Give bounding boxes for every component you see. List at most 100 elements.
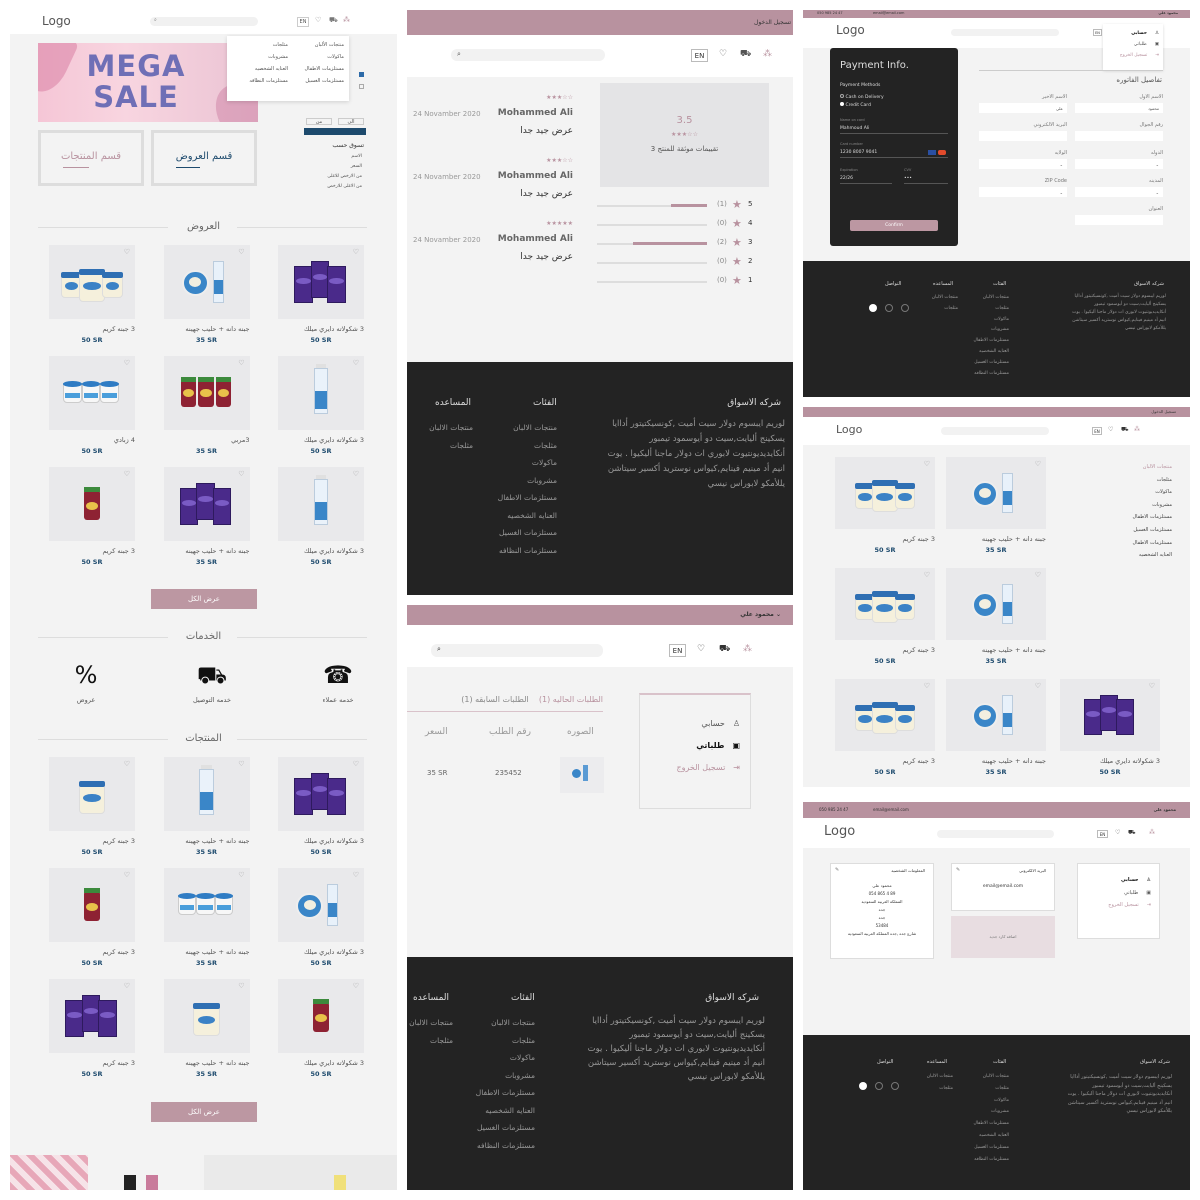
account-menu-item[interactable]: ⇥ تسجيل الخروج — [1107, 50, 1159, 61]
product-card[interactable]: ♡ 3 جبنه كريم 50 SR — [835, 679, 935, 776]
footer-category-link[interactable]: مستلزمات الغسيل — [467, 524, 557, 542]
product-card[interactable]: ♡ 3 جبنه كريم 50 SR — [49, 245, 135, 344]
product-image[interactable]: ♡ — [835, 457, 935, 529]
footer-category-link[interactable]: مشروبات — [467, 472, 557, 490]
products-view-all-button[interactable]: عرض الكل — [151, 1102, 257, 1122]
product-image[interactable]: ♡ — [163, 979, 250, 1053]
footer-help-link[interactable]: مثلجات — [407, 1032, 453, 1050]
filter-option[interactable]: من الاغلى للارخص — [327, 182, 362, 192]
product-image[interactable]: ♡ — [49, 979, 135, 1053]
login-link[interactable]: تسجيل الدخول — [1151, 409, 1176, 414]
footer-category-link[interactable]: العنايه الشخصيه — [961, 1130, 1009, 1142]
product-image[interactable]: ♡ — [1060, 679, 1160, 751]
footer-category-link[interactable]: مستلزمات الغسيل — [963, 358, 1009, 369]
filter-check-a[interactable] — [359, 72, 364, 77]
product-card[interactable]: ♡ جبنه دانه + حليب جهينه 35 SR — [946, 457, 1046, 554]
product-card[interactable]: ♡ 3 جبنه كريم 50 SR — [49, 757, 135, 856]
heart-icon[interactable]: ♡ — [124, 470, 130, 478]
instagram-icon[interactable] — [891, 1082, 900, 1090]
product-card[interactable]: ♡ جبنه دانه + حليب جهينه 35 SR — [163, 868, 250, 967]
credit-radio[interactable]: Credit Card — [840, 102, 871, 108]
cod-radio[interactable]: Cash on Delivery — [840, 94, 884, 100]
price-from-input[interactable]: من — [306, 118, 332, 125]
account-menu-item[interactable]: ⇥ تسجيل الخروج — [1086, 899, 1151, 912]
account-menu-item[interactable]: ▣ طلباتي — [650, 735, 740, 757]
instagram-icon[interactable] — [901, 304, 910, 312]
product-image[interactable]: ♡ — [946, 679, 1046, 751]
product-image[interactable]: ♡ — [946, 568, 1046, 640]
dropdown-item[interactable]: العنايه الشخصيه — [232, 66, 288, 72]
billing-field[interactable]: الدوله ⌄ — [1075, 150, 1163, 169]
account-menu-item[interactable]: ▣ طلباتي — [1086, 887, 1151, 900]
heart-icon[interactable]: ♡ — [238, 760, 244, 768]
edit-icon[interactable]: ✎ — [835, 867, 839, 873]
heart-icon[interactable]: ♡ — [719, 49, 727, 59]
product-image[interactable]: ♡ — [278, 757, 364, 831]
cvv-field[interactable]: ••• — [904, 176, 948, 184]
product-card[interactable]: ♡ جبنه دانه + حليب جهينه 35 SR — [946, 568, 1046, 665]
product-image[interactable]: ♡ — [49, 868, 135, 942]
product-image[interactable]: ♡ — [163, 467, 250, 541]
billing-field[interactable]: الاسم الاول محمود — [1075, 94, 1163, 113]
grid-icon[interactable]: ⁂ — [343, 16, 350, 24]
search-input[interactable]: ⌕ — [431, 644, 603, 657]
footer-help-link[interactable]: منتجات الالبان — [407, 1014, 453, 1032]
service-item[interactable]: % عروض — [56, 660, 116, 704]
heart-icon[interactable]: ♡ — [353, 470, 359, 478]
product-card[interactable]: ♡ 3مربي 35 SR — [163, 356, 250, 455]
heart-icon[interactable]: ♡ — [124, 248, 130, 256]
product-card[interactable]: ♡ جبنه دانه + حليب جهينه 35 SR — [163, 245, 250, 344]
billing-field[interactable]: البريد الالكتروني — [979, 122, 1067, 141]
footer-help-link[interactable]: مثلجات — [907, 1083, 953, 1095]
billing-field[interactable]: ZIP Code ⌄ — [979, 178, 1067, 197]
lang-button[interactable]: EN — [297, 17, 309, 27]
billing-field[interactable]: الولايه ⌄ — [979, 150, 1067, 169]
grid-icon[interactable]: ⁂ — [763, 49, 772, 59]
billing-field[interactable]: رقم الجوال — [1075, 122, 1163, 141]
product-image[interactable]: ♡ — [163, 757, 250, 831]
cart-icon[interactable]: ⛟ — [740, 49, 751, 60]
heart-icon[interactable]: ♡ — [1108, 426, 1113, 433]
footer-category-link[interactable]: ماكولات — [961, 1095, 1009, 1107]
product-card[interactable]: ♡ 3 جبنه كريم 50 SR — [49, 979, 135, 1078]
order-row-image[interactable] — [560, 757, 604, 793]
heart-icon[interactable]: ♡ — [1115, 829, 1120, 836]
billing-field[interactable]: العنوان — [1075, 206, 1163, 225]
product-image[interactable]: ♡ — [49, 245, 135, 319]
footer-category-link[interactable]: منتجات الالبان — [963, 293, 1009, 304]
billing-field-input[interactable] — [1075, 131, 1163, 141]
product-card[interactable]: ♡ جبنه دانه + حليب جهينه 35 SR — [163, 979, 250, 1078]
product-card[interactable]: ♡ جبنه دانه + حليب جهينه 35 SR — [946, 679, 1046, 776]
heart-icon[interactable]: ♡ — [238, 359, 244, 367]
product-card[interactable]: ♡ 3 شكولاته دايري ميلك 50 SR — [278, 757, 364, 856]
price-to-input[interactable]: الى — [338, 118, 364, 125]
product-image[interactable]: ♡ — [278, 467, 364, 541]
footer-category-link[interactable]: منتجات الالبان — [445, 1014, 535, 1032]
product-image[interactable]: ♡ — [278, 356, 364, 430]
footer-help-link[interactable]: منتجات الالبان — [907, 1071, 953, 1083]
product-card[interactable]: ♡ جبنه دانه + حليب جهينه 35 SR — [163, 467, 250, 566]
dropdown-item[interactable]: مشروبات — [232, 54, 288, 60]
lang-button[interactable]: EN — [1097, 830, 1108, 838]
product-image[interactable]: ♡ — [49, 757, 135, 831]
order-row-number[interactable]: 235452 — [495, 769, 522, 777]
cart-icon[interactable]: ⛟ — [329, 16, 338, 25]
cart-icon[interactable]: ⛟ — [1121, 426, 1129, 434]
footer-category-link[interactable]: ماكولات — [445, 1049, 535, 1067]
footer-category-link[interactable]: مستلزمات النظافه — [963, 369, 1009, 380]
footer-category-link[interactable]: منتجات الالبان — [467, 419, 557, 437]
footer-category-link[interactable]: ماكولات — [963, 315, 1009, 326]
heart-icon[interactable]: ♡ — [238, 470, 244, 478]
footer-category-link[interactable]: مثلجات — [961, 1083, 1009, 1095]
filter-check-b[interactable] — [359, 84, 364, 89]
footer-category-link[interactable]: مثلجات — [445, 1032, 535, 1050]
heart-icon[interactable]: ♡ — [1149, 682, 1155, 690]
heart-icon[interactable]: ♡ — [353, 248, 359, 256]
footer-category-link[interactable]: العنايه الشخصيه — [963, 347, 1009, 358]
footer-category-link[interactable]: مشروبات — [445, 1067, 535, 1085]
heart-icon[interactable]: ♡ — [353, 982, 359, 990]
footer-help-link[interactable]: مثلجات — [417, 437, 473, 455]
product-card[interactable]: ♡ 3 شكولاته دايري ميلك 50 SR — [278, 979, 364, 1078]
footer-category-link[interactable]: ماكولات — [467, 454, 557, 472]
heart-icon[interactable]: ♡ — [353, 760, 359, 768]
